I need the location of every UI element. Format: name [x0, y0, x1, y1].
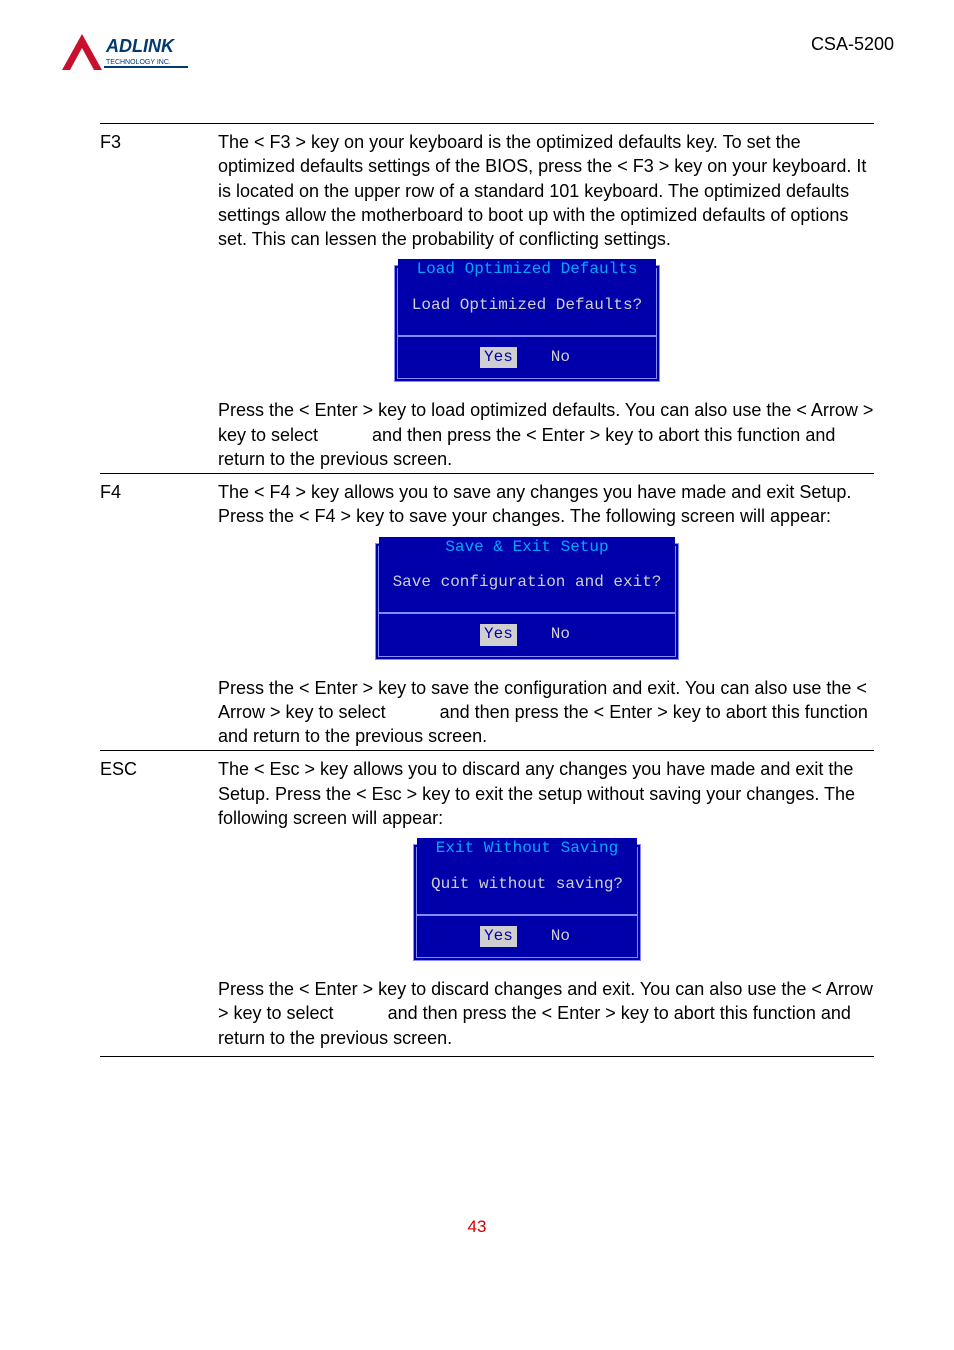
dialog-exit-without-saving: Exit Without Saving Quit without saving?…	[413, 844, 641, 961]
f3-para1: The < F3 > key on your keyboard is the o…	[180, 130, 874, 251]
row-f3: F3 The < F3 > key on your keyboard is th…	[100, 123, 874, 471]
body-f4: The < F4 > key allows you to save any ch…	[180, 480, 874, 748]
f4-dialog-wrap: Save & Exit Setup Save configuration and…	[180, 543, 874, 660]
key-label-f3: F3	[100, 130, 180, 471]
esc-para1: The < Esc > key allows you to discard an…	[180, 757, 874, 830]
page-header: ADLINK TECHNOLOGY INC. CSA-5200	[60, 30, 894, 83]
dialog-yes-button[interactable]: Yes	[480, 347, 517, 369]
logo: ADLINK TECHNOLOGY INC.	[60, 30, 190, 83]
svg-text:TECHNOLOGY INC.: TECHNOLOGY INC.	[106, 59, 171, 66]
content-area: F3 The < F3 > key on your keyboard is th…	[100, 123, 874, 1057]
dialog-body: Load Optimized Defaults?	[398, 281, 656, 337]
dialog-save-exit: Save & Exit Setup Save configuration and…	[375, 543, 680, 660]
dialog-no-button[interactable]: No	[547, 624, 574, 646]
dialog-no-button[interactable]: No	[547, 347, 574, 369]
dialog-body: Quit without saving?	[417, 860, 637, 916]
body-esc: The < Esc > key allows you to discard an…	[180, 757, 874, 1050]
dialog-no-button[interactable]: No	[547, 926, 574, 948]
dialog-title: Save & Exit Setup	[379, 537, 676, 559]
key-label-esc: ESC	[100, 757, 180, 1050]
esc-dialog-wrap: Exit Without Saving Quit without saving?…	[180, 844, 874, 961]
body-f3: The < F3 > key on your keyboard is the o…	[180, 130, 874, 471]
dialog-body: Save configuration and exit?	[379, 558, 676, 614]
row-esc: ESC The < Esc > key allows you to discar…	[100, 750, 874, 1057]
document-id: CSA-5200	[811, 34, 894, 55]
dialog-title: Load Optimized Defaults	[398, 259, 656, 281]
dialog-buttons: Yes No	[417, 916, 637, 958]
page-number: 43	[60, 1217, 894, 1237]
esc-para2: Press the < Enter > key to discard chang…	[180, 977, 874, 1050]
f3-dialog-wrap: Load Optimized Defaults Load Optimized D…	[180, 265, 874, 382]
svg-text:ADLINK: ADLINK	[105, 36, 176, 56]
key-label-f4: F4	[100, 480, 180, 748]
dialog-load-optimized-defaults: Load Optimized Defaults Load Optimized D…	[394, 265, 660, 382]
f3-para2: Press the < Enter > key to load optimize…	[180, 398, 874, 471]
dialog-yes-button[interactable]: Yes	[480, 624, 517, 646]
dialog-title: Exit Without Saving	[417, 838, 637, 860]
dialog-buttons: Yes No	[379, 614, 676, 656]
dialog-buttons: Yes No	[398, 337, 656, 379]
f4-para2: Press the < Enter > key to save the conf…	[180, 676, 874, 749]
dialog-yes-button[interactable]: Yes	[480, 926, 517, 948]
row-f4: F4 The < F4 > key allows you to save any…	[100, 473, 874, 748]
f4-para1: The < F4 > key allows you to save any ch…	[180, 480, 874, 529]
